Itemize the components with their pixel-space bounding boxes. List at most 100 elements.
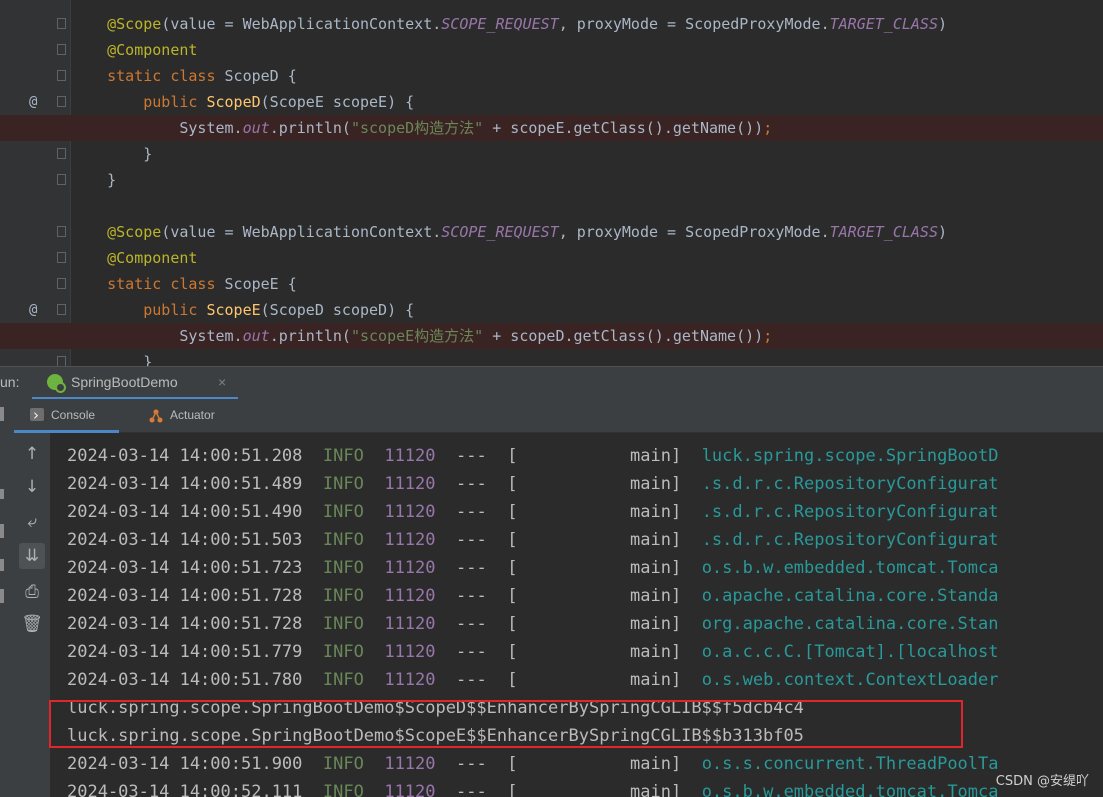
code-token: ; [763,119,773,137]
run-tool-window-header: un: SpringBootDemo × [0,366,1103,400]
code-line: } [0,167,1103,193]
log-pid: 11120 [384,558,436,578]
tab-console-label: Console [51,408,96,422]
log-logger[interactable]: o.s.web.context.ContextLoader [702,670,999,690]
log-thread: [ main] [507,754,682,774]
log-line: 2024-03-14 14:00:52.111 INFO 11120 --- [… [67,778,999,797]
log-timestamp: 2024-03-14 14:00:51.490 [67,502,303,522]
code-token: ScopeD { [224,67,297,85]
log-timestamp: 2024-03-14 14:00:51.503 [67,530,303,550]
left-tool-strip [0,399,14,797]
arrow-up-icon[interactable]: ↑ [19,441,45,467]
log-line: 2024-03-14 14:00:51.723 INFO 11120 --- [… [67,554,999,582]
run-sub-tabs: Console Actuator [14,399,1103,433]
close-icon[interactable]: × [218,367,226,398]
scroll-to-end-icon[interactable]: ⇊ [19,543,45,569]
log-logger[interactable]: o.apache.catalina.core.Standa [702,586,999,606]
code-line: System.out.println("scopeD构造方法" + scopeE… [0,115,1103,141]
code-token: System. [71,327,243,345]
code-token: } [71,171,117,189]
log-line: 2024-03-14 14:00:51.728 INFO 11120 --- [… [67,582,999,610]
log-thread: [ main] [507,530,682,550]
log-logger[interactable]: o.s.b.w.embedded.tomcat.Tomca [702,558,999,578]
log-level: INFO [322,614,364,634]
code-token: public [143,93,207,111]
log-level: INFO [322,782,364,797]
log-line: 2024-03-14 14:00:51.900 INFO 11120 --- [… [67,750,999,778]
log-line: 2024-03-14 14:00:51.779 INFO 11120 --- [… [67,638,999,666]
log-thread: [ main] [507,614,682,634]
log-timestamp: 2024-03-14 14:00:51.780 [67,670,303,690]
log-logger[interactable]: org.apache.catalina.core.Stan [702,614,999,634]
log-pid: 11120 [384,754,436,774]
code-line-text: } [71,349,152,366]
log-separator: --- [456,474,487,494]
log-level: INFO [322,586,364,606]
strip-marker [0,407,4,421]
code-token: out [242,119,270,137]
log-pid: 11120 [384,530,436,550]
code-line-text: static class ScopeE { [71,271,297,297]
log-logger[interactable]: .s.d.r.c.RepositoryConfigurat [702,502,999,522]
log-timestamp: 2024-03-14 14:00:51.728 [67,586,303,606]
console-icon [30,399,44,431]
code-token: ScopeE { [224,275,297,293]
log-separator: --- [456,446,487,466]
log-timestamp: 2024-03-14 14:00:51.728 [67,614,303,634]
tab-console[interactable]: Console [14,399,119,433]
log-pid: 11120 [384,502,436,522]
code-line: static class ScopeE { [0,271,1103,297]
code-token: .println( [269,119,351,137]
tab-actuator[interactable]: Actuator [132,399,242,433]
log-logger[interactable]: luck.spring.scope.SpringBootD [702,446,999,466]
code-token: @Component [107,249,198,267]
log-timestamp: 2024-03-14 14:00:51.900 [67,754,303,774]
code-token: @Scope [107,15,162,33]
print-icon[interactable]: ⎙ [19,579,45,605]
log-logger[interactable]: o.s.s.concurrent.ThreadPoolTa [702,754,999,774]
arrow-down-icon[interactable]: ↓ [19,474,45,500]
log-logger[interactable]: o.s.b.w.embedded.tomcat.Tomca [702,782,999,797]
code-line-text: @Component [71,245,197,271]
soft-wrap-icon[interactable]: ⤶ [19,509,45,535]
tab-springbootdemo[interactable]: SpringBootDemo × [32,367,238,400]
log-separator: --- [456,670,487,690]
log-separator: --- [456,502,487,522]
console-toolbar: ↑ ↓ ⤶ ⇊ ⎙ 🗑 [14,433,50,797]
code-token: (value = WebApplicationContext. [161,223,442,241]
code-line: } [0,349,1103,366]
code-line-text: System.out.println("scopeE构造方法" + scopeD… [71,323,772,349]
log-logger[interactable]: o.a.c.c.C.[Tomcat].[localhost [702,642,999,662]
highlight-box [49,700,963,748]
log-separator: --- [456,586,487,606]
code-editor[interactable]: @ @ @Scope(value = WebApplicationContext.… [0,0,1103,366]
log-thread: [ main] [507,502,682,522]
code-token: static class [107,275,225,293]
run-label: un: [0,374,20,390]
log-timestamp: 2024-03-14 14:00:52.111 [67,782,303,797]
code-token: @Component [107,41,198,59]
code-line-text: public ScopeE(ScopeD scopeD) { [71,297,414,323]
actuator-icon [149,409,163,423]
log-separator: --- [456,642,487,662]
code-line: public ScopeD(ScopeE scopeE) { [0,89,1103,115]
log-pid: 11120 [384,474,436,494]
log-pid: 11120 [384,446,436,466]
code-token: + scopeD.getClass().getName()) [483,327,764,345]
code-token: ScopeE [206,301,261,319]
log-logger[interactable]: .s.d.r.c.RepositoryConfigurat [702,530,999,550]
code-token: (ScopeE scopeE) { [260,93,415,111]
log-timestamp: 2024-03-14 14:00:51.208 [67,446,303,466]
log-logger[interactable]: .s.d.r.c.RepositoryConfigurat [702,474,999,494]
code-line: @Scope(value = WebApplicationContext.SCO… [0,219,1103,245]
code-line-text: @Scope(value = WebApplicationContext.SCO… [71,219,947,245]
log-timestamp: 2024-03-14 14:00:51.489 [67,474,303,494]
trash-icon[interactable]: 🗑 [19,611,45,637]
code-line-text: public ScopeD(ScopeE scopeE) { [71,89,414,115]
code-line: @Component [0,245,1103,271]
code-token: (value = WebApplicationContext. [161,15,442,33]
log-level: INFO [322,502,364,522]
